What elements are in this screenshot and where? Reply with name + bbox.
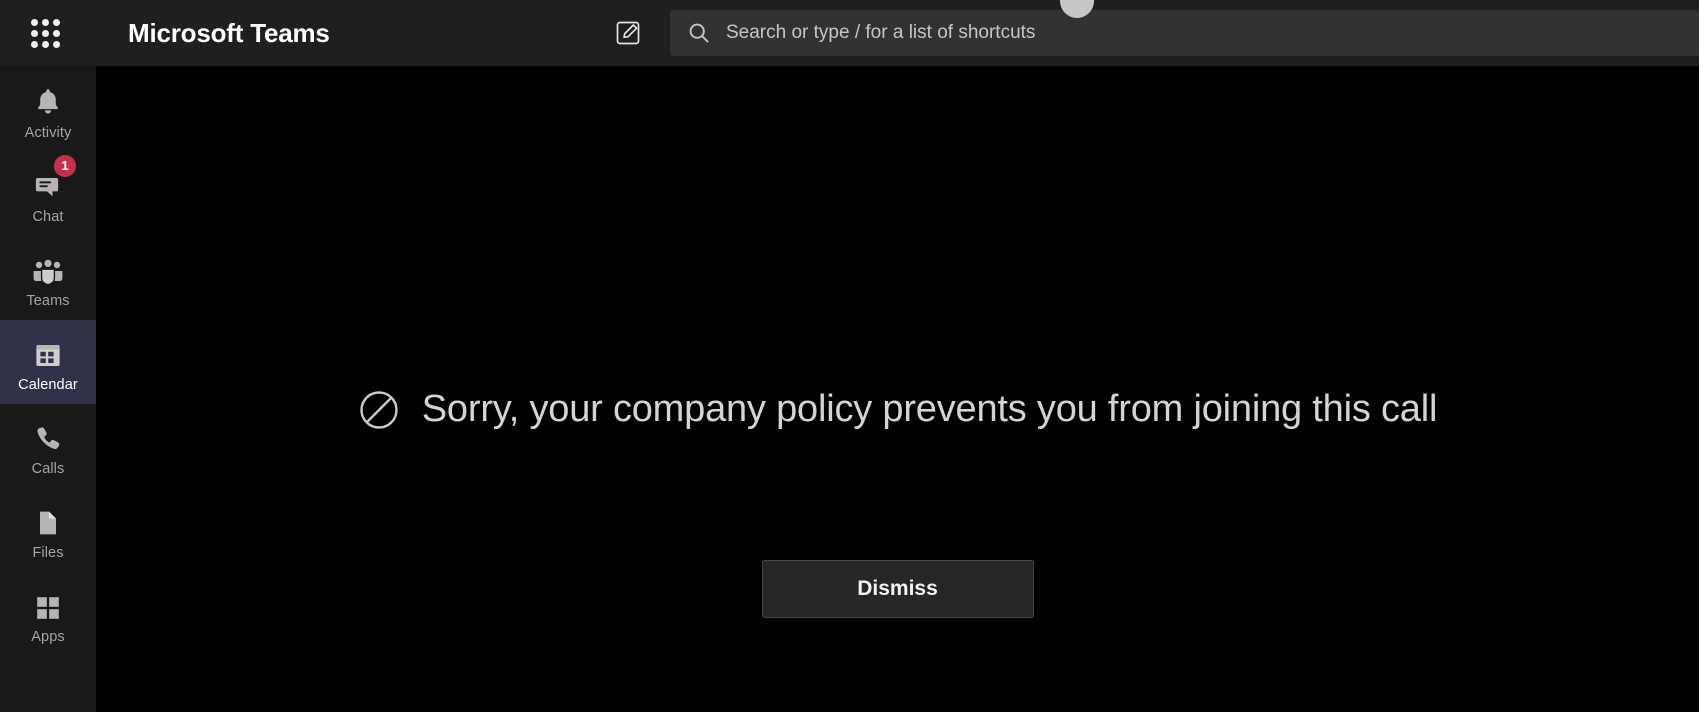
teams-window: Microsoft Teams Search or type / for a l… — [0, 0, 1699, 712]
waffle-dot — [41, 18, 49, 26]
sidebar-item-label: Calls — [31, 460, 65, 477]
left-navigation-rail: Activity 1 Chat Teams Calendar Calls Fil… — [0, 66, 96, 712]
title-bar: Microsoft Teams Search or type / for a l… — [0, 0, 1699, 66]
waffle-dot — [30, 29, 38, 37]
blocked-circle-slash-icon — [358, 389, 400, 431]
sidebar-item-calls[interactable]: Calls — [0, 404, 96, 488]
sidebar-item-label: Teams — [26, 292, 70, 309]
status-badge: 1 — [54, 154, 76, 177]
app-launcher-grid-icon[interactable] — [26, 14, 64, 52]
waffle-dot — [52, 29, 60, 37]
policy-message-row: Sorry, your company policy prevents you … — [96, 388, 1699, 431]
sidebar-item-label: Files — [32, 544, 64, 561]
waffle-dot — [41, 40, 49, 48]
sidebar-item-label: Chat — [32, 208, 64, 225]
chat-bubble-icon: 1 — [33, 154, 76, 202]
apps-grid-icon — [34, 584, 62, 622]
phone-icon — [33, 416, 63, 454]
sidebar-item-files[interactable]: Files — [0, 488, 96, 572]
waffle-dot — [30, 40, 38, 48]
waffle-dot — [41, 29, 49, 37]
search-input[interactable]: Search or type / for a list of shortcuts — [726, 22, 1035, 44]
waffle-dot — [52, 40, 60, 48]
sidebar-item-chat[interactable]: 1 Chat — [0, 152, 96, 236]
compose-new-chat-icon[interactable] — [608, 14, 648, 52]
dismiss-button[interactable]: Dismiss — [761, 560, 1034, 618]
sidebar-item-teams[interactable]: Teams — [0, 236, 96, 320]
waffle-dot — [30, 18, 38, 26]
call-stage: Sorry, your company policy prevents you … — [96, 66, 1699, 712]
search-bar[interactable]: Search or type / for a list of shortcuts — [670, 10, 1699, 56]
sidebar-item-label: Activity — [24, 124, 72, 141]
sidebar-item-activity[interactable]: Activity — [0, 68, 96, 152]
sidebar-item-calendar[interactable]: Calendar — [0, 320, 96, 404]
app-title: Microsoft Teams — [128, 18, 330, 48]
search-icon — [688, 22, 710, 44]
teams-people-icon — [31, 248, 65, 286]
waffle-dot — [52, 18, 60, 26]
bell-icon — [33, 80, 63, 118]
sidebar-item-label: Calendar — [18, 376, 78, 393]
sidebar-item-label: Apps — [31, 628, 65, 645]
policy-message: Sorry, your company policy prevents you … — [421, 388, 1438, 430]
sidebar-item-apps[interactable]: Apps — [0, 572, 96, 656]
file-document-icon — [35, 500, 61, 538]
dismiss-button-row: Dismiss — [96, 560, 1699, 618]
calendar-icon — [33, 332, 63, 370]
